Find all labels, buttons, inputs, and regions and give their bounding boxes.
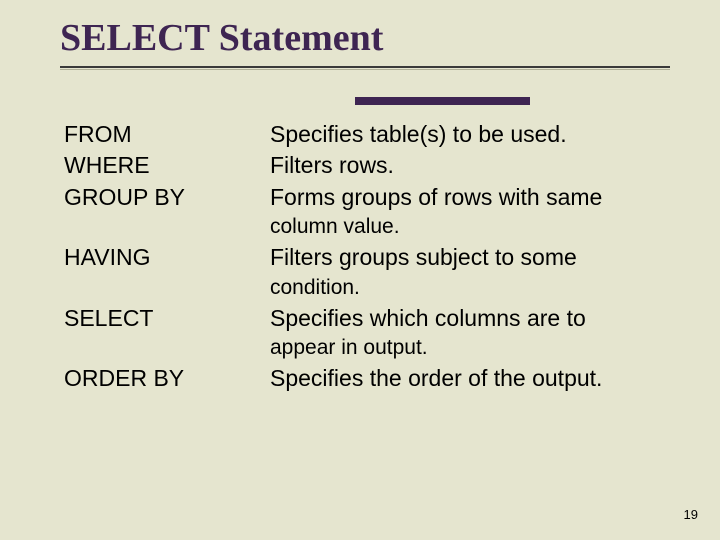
title-underline-light: [60, 69, 670, 70]
clause-description: condition.: [270, 275, 664, 302]
clause-keyword: SELECT: [64, 304, 270, 333]
page-number: 19: [684, 507, 698, 522]
clause-keyword: WHERE: [64, 151, 270, 180]
clause-keyword: [64, 335, 270, 362]
clause-row: HAVING Filters groups subject to some: [64, 243, 664, 272]
slide: SELECT Statement FROM Specifies table(s)…: [0, 0, 720, 540]
clause-row: FROM Specifies table(s) to be used.: [64, 120, 664, 149]
clause-keyword: HAVING: [64, 243, 270, 272]
accent-bar: [355, 97, 530, 105]
clause-keyword: GROUP BY: [64, 183, 270, 212]
clause-description: Filters groups subject to some: [270, 243, 664, 272]
clause-row: SELECT Specifies which columns are to: [64, 304, 664, 333]
clause-keyword: ORDER BY: [64, 364, 270, 393]
clause-description: Specifies table(s) to be used.: [270, 120, 664, 149]
clause-description: column value.: [270, 214, 664, 241]
clause-keyword: FROM: [64, 120, 270, 149]
title-block: SELECT Statement: [60, 18, 670, 70]
clause-row-continuation: condition.: [64, 275, 664, 302]
clause-row-continuation: appear in output.: [64, 335, 664, 362]
slide-title: SELECT Statement: [60, 18, 670, 60]
clause-description: appear in output.: [270, 335, 664, 362]
clause-row: GROUP BY Forms groups of rows with same: [64, 183, 664, 212]
clause-row: ORDER BY Specifies the order of the outp…: [64, 364, 664, 393]
clause-keyword: [64, 214, 270, 241]
content-body: FROM Specifies table(s) to be used. WHER…: [64, 120, 664, 395]
title-underline-dark: [60, 66, 670, 68]
clause-description: Specifies the order of the output.: [270, 364, 664, 393]
clause-row: WHERE Filters rows.: [64, 151, 664, 180]
clause-description: Filters rows.: [270, 151, 664, 180]
clause-description: Specifies which columns are to: [270, 304, 664, 333]
clause-row-continuation: column value.: [64, 214, 664, 241]
clause-description: Forms groups of rows with same: [270, 183, 664, 212]
clause-keyword: [64, 275, 270, 302]
